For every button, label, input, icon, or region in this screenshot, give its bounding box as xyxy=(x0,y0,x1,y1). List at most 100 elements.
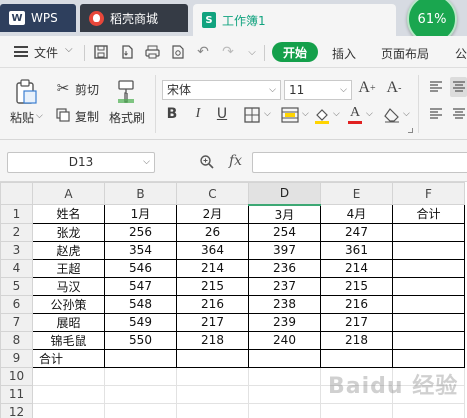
cell[interactable] xyxy=(392,348,465,368)
tab-docer-mall[interactable]: 稻壳商城 xyxy=(80,4,188,32)
undo-icon[interactable]: ↶ xyxy=(195,44,211,60)
cell[interactable] xyxy=(392,312,465,332)
align-left-icon[interactable] xyxy=(428,107,444,121)
align-top-left-icon[interactable] xyxy=(428,80,444,94)
cell[interactable]: 214 xyxy=(176,258,249,278)
cell[interactable] xyxy=(392,222,465,242)
font-size-select[interactable]: 11 ⌵ xyxy=(284,80,352,100)
cell[interactable]: 549 xyxy=(104,312,177,332)
cell[interactable]: 354 xyxy=(104,240,177,260)
redo-icon[interactable]: ↷ xyxy=(220,44,236,60)
save-icon[interactable] xyxy=(93,44,109,60)
chevron-down-icon[interactable]: ⌵ xyxy=(403,109,410,119)
align-center-icon[interactable] xyxy=(452,107,466,121)
chevron-down-icon[interactable]: ⌵ xyxy=(366,109,373,119)
formula-input[interactable] xyxy=(252,152,467,173)
cell[interactable]: 马汉 xyxy=(32,276,105,296)
cell[interactable] xyxy=(32,402,105,418)
name-box[interactable]: D13 ⌵ xyxy=(7,152,155,173)
tab-wps[interactable]: W WPS xyxy=(0,4,76,32)
more-chevron-icon[interactable]: ⌵ xyxy=(244,44,260,60)
row-header[interactable]: 6 xyxy=(0,294,33,314)
bold-button[interactable]: B xyxy=(164,105,180,123)
cell[interactable]: 361 xyxy=(320,240,393,260)
font-color-icon[interactable]: A xyxy=(347,104,363,124)
cell[interactable] xyxy=(176,348,249,368)
font-name-select[interactable]: 宋体 ⌵ xyxy=(162,80,281,100)
cell[interactable]: 214 xyxy=(320,258,393,278)
select-all-corner[interactable] xyxy=(0,182,33,205)
borders-icon[interactable] xyxy=(243,106,261,124)
cell[interactable]: 215 xyxy=(176,276,249,296)
cell[interactable]: 397 xyxy=(248,240,321,260)
menu-file[interactable]: 文件 xyxy=(34,44,58,61)
cell[interactable] xyxy=(248,366,321,386)
cell[interactable]: 218 xyxy=(176,330,249,350)
cell[interactable]: 展昭 xyxy=(32,312,105,332)
cell[interactable] xyxy=(392,276,465,296)
column-header[interactable]: E xyxy=(320,182,393,205)
cell[interactable]: 218 xyxy=(320,330,393,350)
cell[interactable]: 215 xyxy=(320,276,393,296)
cell[interactable] xyxy=(320,348,393,368)
cell[interactable]: 216 xyxy=(320,294,393,314)
row-header[interactable]: 8 xyxy=(0,330,33,350)
cell[interactable]: 2月 xyxy=(176,204,249,224)
row-header[interactable]: 5 xyxy=(0,276,33,296)
cell[interactable]: 217 xyxy=(176,312,249,332)
paste-dropdown-icon[interactable]: ⌵ xyxy=(36,111,43,121)
cell[interactable] xyxy=(392,402,465,418)
column-header[interactable]: C xyxy=(176,182,249,205)
tab-start[interactable]: 开始 xyxy=(272,42,318,62)
cell[interactable] xyxy=(248,384,321,404)
cell[interactable]: 256 xyxy=(104,222,177,242)
cell[interactable] xyxy=(392,330,465,350)
paste-label[interactable]: 粘贴 xyxy=(10,109,34,126)
cell[interactable]: 238 xyxy=(248,294,321,314)
scissors-icon[interactable]: ✂ xyxy=(55,79,71,97)
cell[interactable] xyxy=(392,294,465,314)
italic-button[interactable]: I xyxy=(190,105,206,123)
cell[interactable]: 合计 xyxy=(32,348,105,368)
format-painter-icon[interactable] xyxy=(115,79,137,105)
cell[interactable]: 217 xyxy=(320,312,393,332)
cell[interactable]: 公孙策 xyxy=(32,294,105,314)
cell[interactable] xyxy=(104,384,177,404)
cell[interactable]: 240 xyxy=(248,330,321,350)
grow-font-icon[interactable]: A + xyxy=(358,78,376,98)
cell[interactable]: 247 xyxy=(320,222,393,242)
cell[interactable] xyxy=(176,366,249,386)
column-header[interactable]: A xyxy=(32,182,105,205)
cell[interactable] xyxy=(104,366,177,386)
cell[interactable]: 364 xyxy=(176,240,249,260)
shrink-font-icon[interactable]: A- xyxy=(385,78,403,98)
cell[interactable]: 4月 xyxy=(320,204,393,224)
copy-button[interactable]: 复制 xyxy=(75,108,99,125)
cell[interactable]: 216 xyxy=(176,294,249,314)
cell[interactable] xyxy=(104,402,177,418)
cell[interactable]: 3月 xyxy=(248,204,321,224)
row-header[interactable]: 10 xyxy=(0,366,33,386)
cell[interactable]: 合计 xyxy=(392,204,465,224)
cell[interactable]: 姓名 xyxy=(32,204,105,224)
cell[interactable] xyxy=(248,402,321,418)
format-painter-button[interactable]: 格式刷 xyxy=(109,109,145,126)
font-dialog-launcher-icon[interactable] xyxy=(408,128,413,133)
cell[interactable]: 237 xyxy=(248,276,321,296)
hamburger-menu-icon[interactable] xyxy=(14,46,28,57)
cell[interactable] xyxy=(392,258,465,278)
chevron-down-icon[interactable]: ⌵ xyxy=(302,109,309,119)
insert-function-button[interactable]: fx xyxy=(229,153,242,169)
align-middle-icon[interactable] xyxy=(450,77,467,97)
column-header[interactable]: F xyxy=(392,182,465,205)
cell[interactable] xyxy=(176,384,249,404)
cell[interactable] xyxy=(104,348,177,368)
zoom-search-icon[interactable] xyxy=(199,154,215,170)
tab-page-layout[interactable]: 页面布局 xyxy=(381,45,429,62)
cell[interactable]: 26 xyxy=(176,222,249,242)
row-header[interactable]: 4 xyxy=(0,258,33,278)
row-header[interactable]: 9 xyxy=(0,348,33,368)
copy-icon[interactable] xyxy=(55,107,71,123)
cell[interactable]: 254 xyxy=(248,222,321,242)
cell[interactable] xyxy=(176,402,249,418)
